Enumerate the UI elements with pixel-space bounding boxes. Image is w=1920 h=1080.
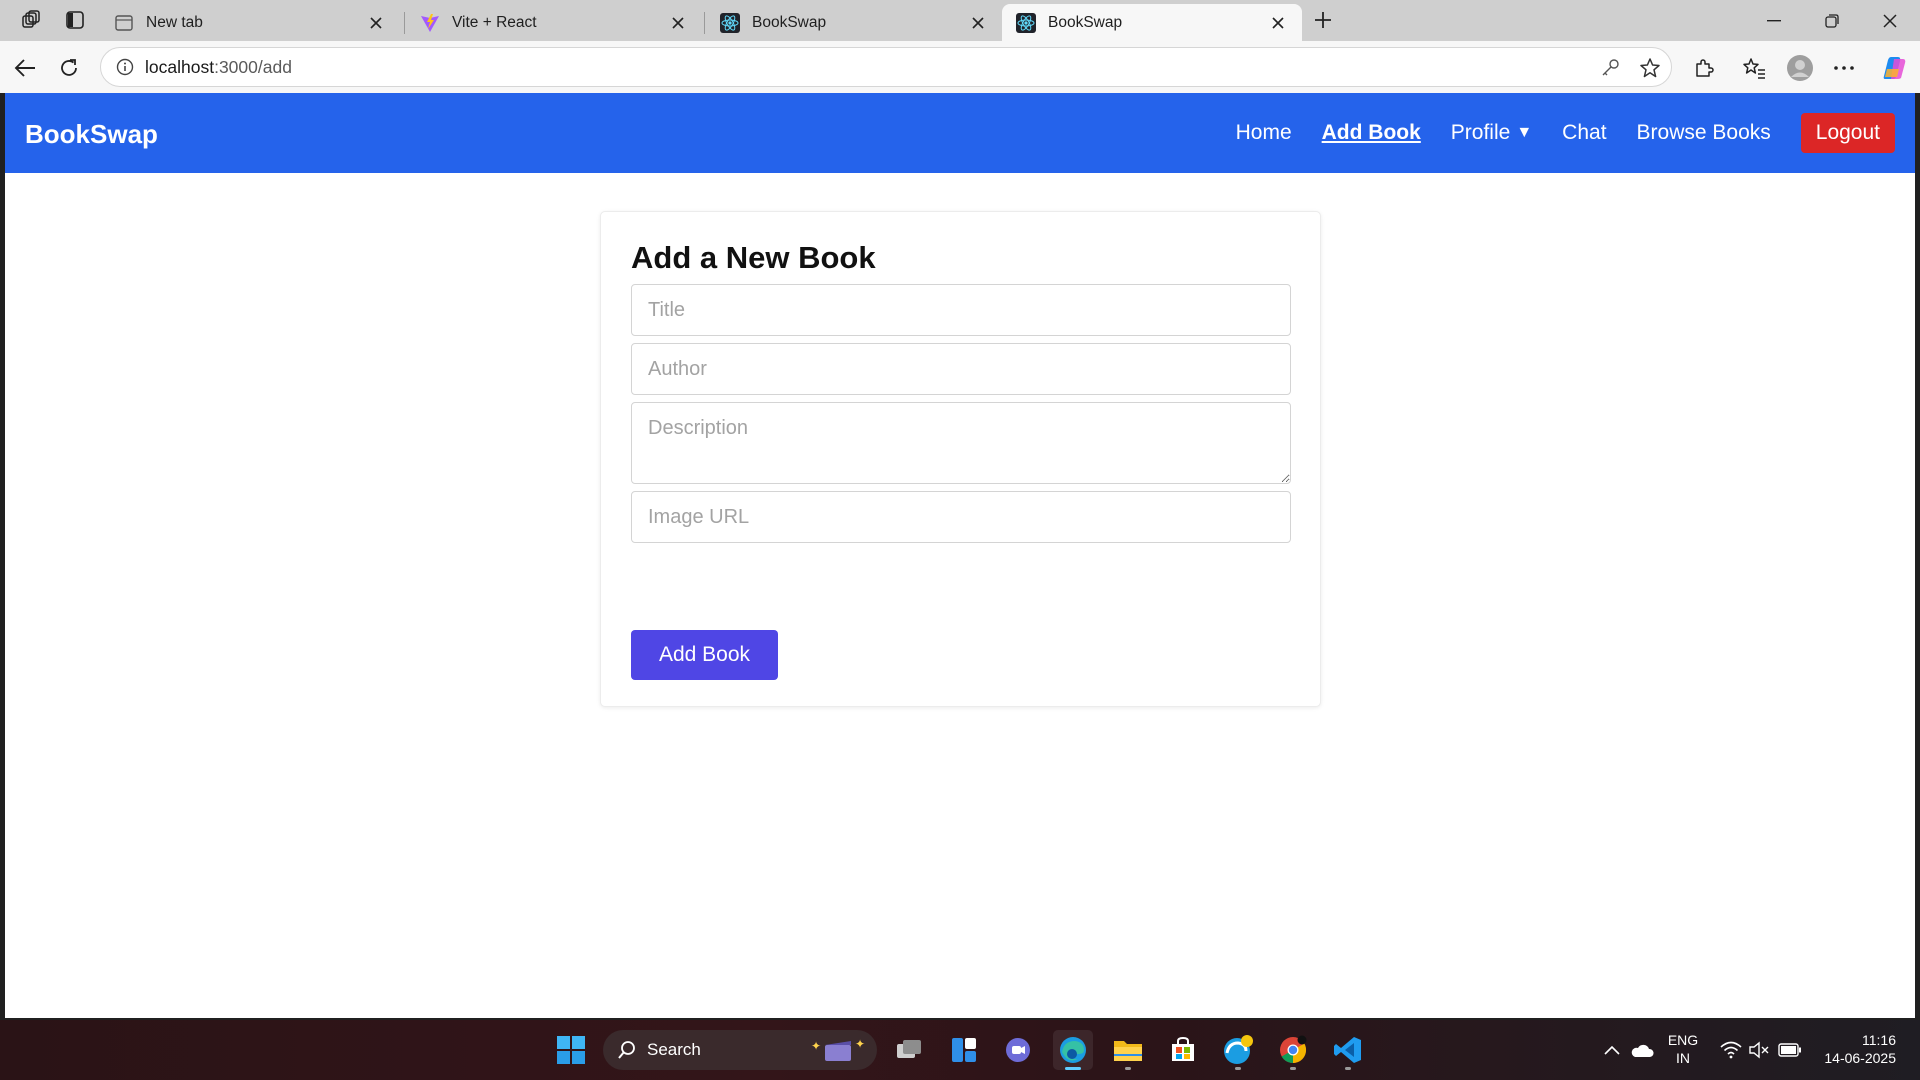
- system-clock[interactable]: 11:16 14-06-2025: [1824, 1031, 1896, 1067]
- key-icon[interactable]: [1597, 56, 1623, 80]
- tab-bookswap-active[interactable]: BookSwap: [1002, 4, 1302, 41]
- author-input[interactable]: [631, 343, 1291, 395]
- nav-add-book[interactable]: Add Book: [1322, 121, 1421, 145]
- tab-title: BookSwap: [1048, 13, 1123, 31]
- onedrive-cloud-icon[interactable]: [1628, 1030, 1656, 1070]
- site-info-icon[interactable]: [105, 58, 145, 76]
- language-indicator[interactable]: ENG IN: [1660, 1031, 1706, 1067]
- react-icon: [720, 12, 740, 33]
- windows-start-icon[interactable]: [551, 1030, 591, 1070]
- workspaces-icon[interactable]: [16, 6, 46, 34]
- volume-muted-icon[interactable]: [1746, 1030, 1772, 1070]
- new-tab-plus-icon[interactable]: [1308, 6, 1338, 34]
- add-book-card: Add a New Book Add Book: [600, 211, 1321, 707]
- nav-home[interactable]: Home: [1236, 121, 1292, 145]
- add-book-submit-button[interactable]: Add Book: [631, 630, 778, 680]
- page-title: Add a New Book: [631, 240, 876, 275]
- close-tab-icon[interactable]: [1268, 13, 1288, 33]
- wifi-icon[interactable]: [1718, 1030, 1744, 1070]
- app-navbar: BookSwap Home Add Book Profile ▼ Chat Br…: [5, 93, 1915, 173]
- brand-logo[interactable]: BookSwap: [25, 119, 158, 150]
- more-options-icon[interactable]: [1826, 51, 1862, 85]
- lang-line1: ENG: [1667, 1032, 1699, 1048]
- show-hidden-icons-chevron-icon[interactable]: [1600, 1030, 1624, 1070]
- page-viewport: BookSwap Home Add Book Profile ▼ Chat Br…: [5, 93, 1915, 1018]
- vertical-tabs-icon[interactable]: [60, 6, 90, 34]
- copilot-icon[interactable]: [1876, 51, 1912, 85]
- clock-time: 11:16: [1862, 1032, 1896, 1048]
- close-window-icon[interactable]: [1862, 4, 1918, 38]
- task-view-icon[interactable]: [889, 1030, 929, 1070]
- edge-beta-icon[interactable]: [1218, 1030, 1258, 1070]
- close-tab-icon[interactable]: [668, 13, 688, 33]
- favorites-icon[interactable]: [1736, 51, 1772, 85]
- search-label: Search: [647, 1040, 701, 1059]
- nav-profile-dropdown[interactable]: Profile ▼: [1451, 121, 1532, 145]
- nav-browse-books[interactable]: Browse Books: [1637, 121, 1771, 145]
- svg-text:✦: ✦: [855, 1037, 865, 1051]
- taskbar-search[interactable]: Search ✦ ✦: [603, 1030, 877, 1070]
- extensions-icon[interactable]: [1686, 51, 1722, 85]
- tab-title: Vite + React: [452, 13, 537, 31]
- clapperboard-icon: ✦ ✦: [811, 1036, 867, 1070]
- nav-profile-label: Profile: [1450, 121, 1511, 144]
- favorite-star-icon[interactable]: [1637, 56, 1663, 80]
- close-tab-icon[interactable]: [366, 13, 386, 33]
- caret-down-icon: ▼: [1516, 124, 1533, 141]
- widgets-icon[interactable]: [944, 1030, 984, 1070]
- edge-browser-icon[interactable]: [1053, 1030, 1093, 1070]
- nav-chat[interactable]: Chat: [1562, 121, 1606, 145]
- svg-text:✦: ✦: [811, 1039, 821, 1053]
- minimize-icon[interactable]: [1746, 4, 1802, 38]
- search-icon: [617, 1040, 637, 1060]
- address-url: localhost:3000/add: [145, 56, 292, 77]
- vite-icon: [420, 13, 440, 33]
- description-textarea[interactable]: [631, 402, 1291, 484]
- image-url-input[interactable]: [631, 491, 1291, 543]
- close-tab-icon[interactable]: [968, 13, 988, 33]
- browser-toolbar: localhost:3000/add: [0, 41, 1920, 93]
- tab-strip: New tab Vite + React BookSwap BookSwap: [0, 0, 1920, 41]
- teams-chat-icon[interactable]: [998, 1030, 1038, 1070]
- react-icon: [1016, 12, 1036, 33]
- lang-line2: IN: [1676, 1050, 1690, 1066]
- restore-icon[interactable]: [1804, 4, 1860, 38]
- address-bar[interactable]: localhost:3000/add: [100, 47, 1672, 87]
- logout-button[interactable]: Logout: [1800, 113, 1895, 153]
- reload-icon[interactable]: [52, 51, 86, 85]
- taskbar: Search ✦ ✦ ENG IN 11:16 14-06-2025: [0, 1020, 1920, 1080]
- title-input[interactable]: [631, 284, 1291, 336]
- clock-date: 14-06-2025: [1824, 1050, 1896, 1066]
- file-explorer-icon[interactable]: [1108, 1030, 1148, 1070]
- tab-vite-react[interactable]: Vite + React: [406, 4, 702, 41]
- tab-title: BookSwap: [752, 13, 827, 31]
- back-arrow-icon[interactable]: [8, 51, 42, 85]
- chrome-icon[interactable]: [1273, 1030, 1313, 1070]
- tab-new-tab[interactable]: New tab: [100, 4, 400, 41]
- newtab-icon: [114, 13, 134, 33]
- tab-title: New tab: [146, 13, 203, 31]
- microsoft-store-icon[interactable]: [1163, 1030, 1203, 1070]
- nav-links: Home Add Book Profile ▼ Chat Browse Book…: [1206, 113, 1895, 153]
- vscode-icon[interactable]: [1328, 1030, 1368, 1070]
- battery-icon[interactable]: [1776, 1030, 1804, 1070]
- profile-avatar-icon[interactable]: [1782, 51, 1818, 85]
- tab-bookswap-1[interactable]: BookSwap: [706, 4, 1002, 41]
